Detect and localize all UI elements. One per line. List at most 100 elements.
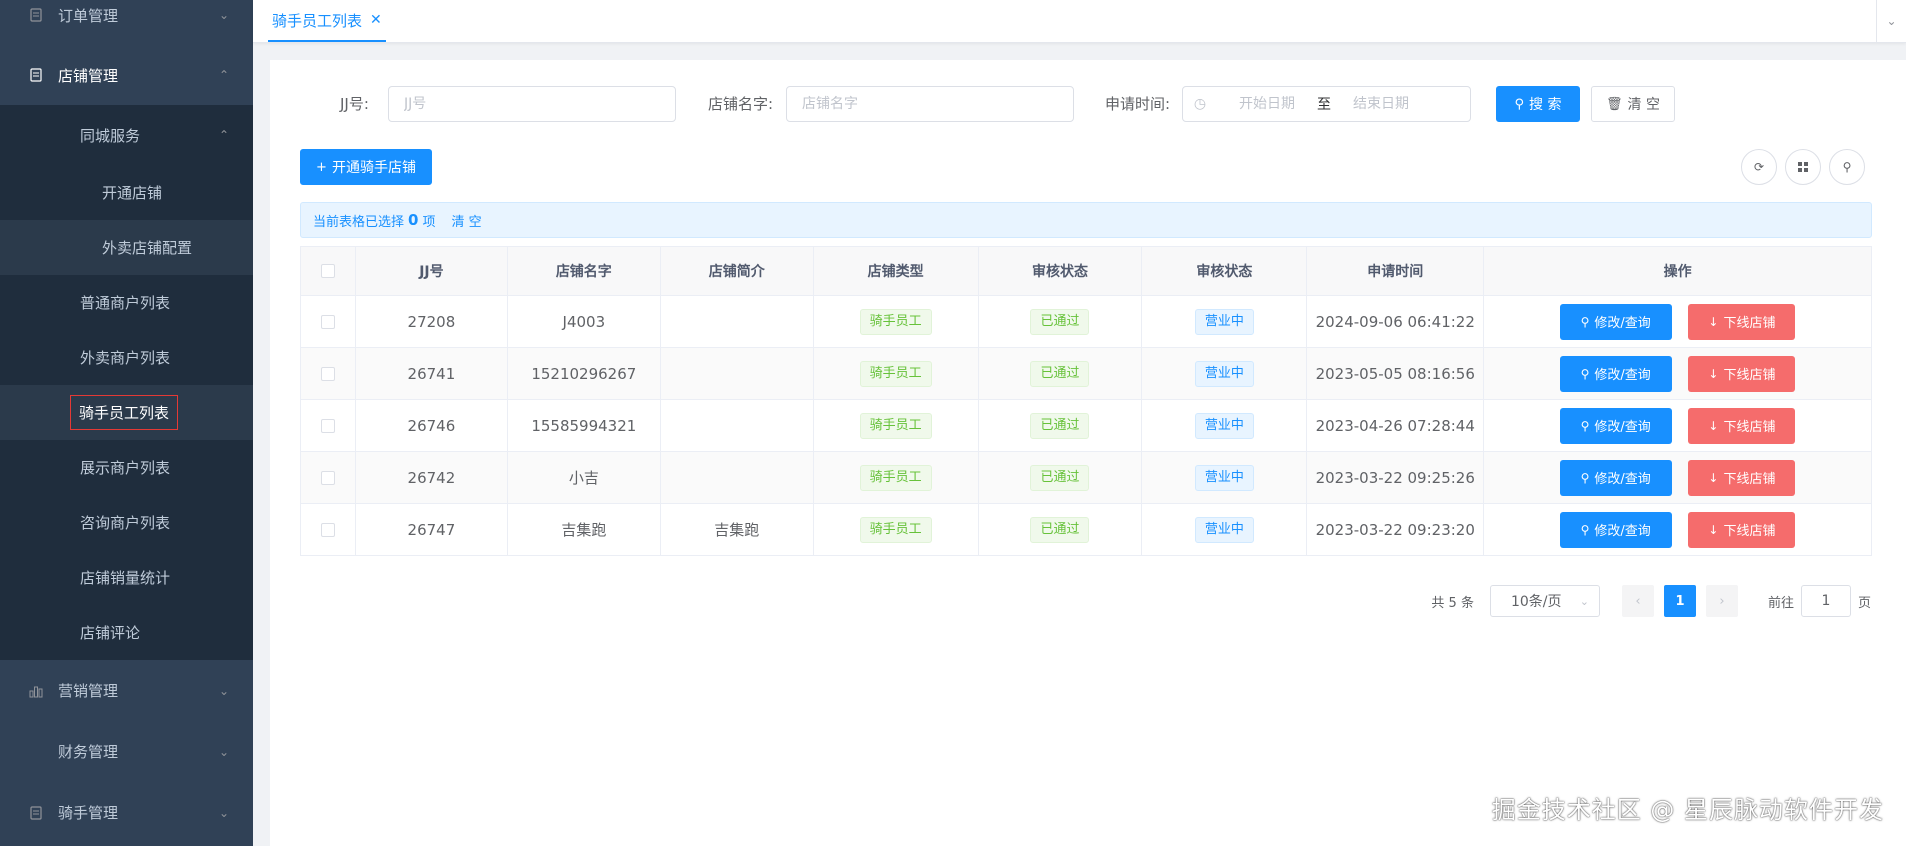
cell-store-intro <box>659 451 814 504</box>
offline-store-button[interactable]: ↓ 下线店铺 <box>1688 459 1796 496</box>
row-select-cell[interactable] <box>300 399 356 452</box>
menu-marketing-mgmt-label: 营销管理 <box>58 682 119 700</box>
row-checkbox[interactable] <box>320 367 335 381</box>
menu-consult-merchants[interactable]: 咨询商户列表 <box>0 495 253 550</box>
menu-order-mgmt[interactable]: 订单管理 ⌄ <box>0 0 253 45</box>
menu-store-mgmt[interactable]: 店铺管理 ⌃ <box>0 45 253 105</box>
menu-takeout-merchants[interactable]: 外卖商户列表 <box>0 330 253 385</box>
next-page-button[interactable]: › <box>1705 585 1738 617</box>
row-select-cell[interactable] <box>300 347 356 400</box>
refresh-icon[interactable]: ⟳ <box>1741 149 1777 185</box>
arrow-down-icon: ↓ <box>1708 470 1719 485</box>
menu-city-service[interactable]: 同城服务 ⌃ <box>0 105 253 165</box>
open-rider-store-label: 开通骑手店铺 <box>331 160 416 176</box>
trash-icon: 🗑 <box>1606 96 1623 112</box>
selection-alert: 当前表格已选择 0 项 清 空 <box>300 202 1872 238</box>
col-store-intro: 店铺简介 <box>659 246 814 296</box>
chevron-down-icon[interactable]: ⌄ <box>1876 0 1906 42</box>
cell-audit-status: 已通过 <box>977 451 1143 504</box>
cell-business-status: 营业中 <box>1141 451 1308 504</box>
offline-store-label: 下线店铺 <box>1723 316 1776 331</box>
tab-rider-staff-list[interactable]: 骑手员工列表 ✕ <box>268 0 386 42</box>
row-select-cell[interactable] <box>300 503 356 556</box>
page-size-select[interactable]: 10条/页 ⌄ <box>1489 585 1600 617</box>
jj-input[interactable] <box>388 86 676 122</box>
cell-audit-status: 已通过 <box>977 295 1143 348</box>
plus-icon: + <box>316 159 327 175</box>
store-name-label: 店铺名字: <box>708 95 774 113</box>
row-checkbox[interactable] <box>320 419 335 433</box>
tab-bar: 骑手员工列表 ✕ ⌄ <box>253 0 1906 43</box>
menu-store-sales-stats[interactable]: 店铺销量统计 <box>0 550 253 605</box>
business-status-tag: 营业中 <box>1194 308 1254 335</box>
pager-total: 共 5 条 <box>1431 595 1474 611</box>
store-name-input[interactable] <box>786 86 1074 122</box>
apply-time-label: 申请时间: <box>1105 95 1171 113</box>
clear-button[interactable]: 🗑 清 空 <box>1591 86 1675 122</box>
menu-rider-mgmt[interactable]: 骑手管理 ⌄ <box>0 782 253 843</box>
audit-status-tag: 已通过 <box>1030 308 1090 335</box>
jj-label: JJ号: <box>340 95 369 113</box>
page-number-current[interactable]: 1 <box>1663 585 1696 617</box>
select-all-checkbox[interactable] <box>320 264 335 278</box>
menu-open-store[interactable]: 开通店铺 <box>0 165 253 220</box>
offline-store-button[interactable]: ↓ 下线店铺 <box>1688 511 1796 548</box>
selection-clear-link[interactable]: 清 空 <box>451 211 481 230</box>
menu-takeout-config[interactable]: 外卖店铺配置 <box>0 220 253 275</box>
row-checkbox[interactable] <box>320 315 335 329</box>
business-status-tag: 营业中 <box>1194 360 1254 387</box>
table-row: 26747 吉集跑 吉集跑 骑手员工 已通过 营业中 2023-03-22 09… <box>300 503 1872 556</box>
date-separator: 至 <box>1317 97 1331 113</box>
table-row: 27208 J4003 骑手员工 已通过 营业中 2024-09-06 06:4… <box>300 295 1872 348</box>
cell-audit-status: 已通过 <box>977 347 1143 400</box>
cell-apply-time: 2023-05-05 08:16:56 <box>1306 347 1485 400</box>
offline-store-button[interactable]: ↓ 下线店铺 <box>1688 303 1796 340</box>
menu-finance-mgmt[interactable]: 财务管理 ⌄ <box>0 721 253 782</box>
cell-business-status: 营业中 <box>1141 399 1308 452</box>
menu-display-merchants[interactable]: 展示商户列表 <box>0 440 253 495</box>
menu-order-mgmt-label: 订单管理 <box>58 6 119 25</box>
cell-business-status: 营业中 <box>1141 503 1308 556</box>
select-all-cell[interactable] <box>300 246 356 296</box>
row-checkbox[interactable] <box>320 523 335 537</box>
edit-query-button[interactable]: ⚲ 修改/查询 <box>1559 303 1672 340</box>
edit-query-label: 修改/查询 <box>1594 316 1651 331</box>
edit-query-button[interactable]: ⚲ 修改/查询 <box>1559 407 1672 444</box>
open-rider-store-button[interactable]: + 开通骑手店铺 <box>300 149 432 185</box>
row-checkbox[interactable] <box>320 471 335 485</box>
start-date-input[interactable] <box>1217 96 1317 112</box>
grid-icon[interactable] <box>1785 149 1821 185</box>
edit-query-label: 修改/查询 <box>1594 368 1651 383</box>
cell-jj: 26747 <box>354 503 508 556</box>
document-icon <box>28 67 44 83</box>
cell-actions: ⚲ 修改/查询 ↓ 下线店铺 <box>1483 399 1872 452</box>
end-date-input[interactable] <box>1331 96 1431 112</box>
offline-store-button[interactable]: ↓ 下线店铺 <box>1688 355 1796 392</box>
edit-query-button[interactable]: ⚲ 修改/查询 <box>1559 511 1672 548</box>
search-icon: ⚲ <box>1580 418 1590 433</box>
audit-status-tag: 已通过 <box>1030 464 1090 491</box>
row-select-cell[interactable] <box>300 295 356 348</box>
menu-takeout-merchants-label: 外卖商户列表 <box>80 349 171 367</box>
prev-page-button[interactable]: ‹ <box>1621 585 1654 617</box>
menu-rider-staff-list[interactable]: 骑手员工列表 <box>0 385 253 440</box>
menu-store-reviews[interactable]: 店铺评论 <box>0 605 253 660</box>
cell-apply-time: 2024-09-06 06:41:22 <box>1306 295 1485 348</box>
edit-query-button[interactable]: ⚲ 修改/查询 <box>1559 459 1672 496</box>
page-unit-label: 页 <box>1857 595 1871 611</box>
col-audit-status-2: 审核状态 <box>1141 246 1308 296</box>
menu-marketing-mgmt[interactable]: 营销管理 ⌄ <box>0 660 253 721</box>
offline-store-button[interactable]: ↓ 下线店铺 <box>1688 407 1796 444</box>
close-icon[interactable]: ✕ <box>370 12 382 28</box>
menu-normal-merchants[interactable]: 普通商户列表 <box>0 275 253 330</box>
row-select-cell[interactable] <box>300 451 356 504</box>
page-jump-input[interactable] <box>1800 585 1851 617</box>
edit-query-button[interactable]: ⚲ 修改/查询 <box>1559 355 1672 392</box>
search-button[interactable]: ⚲ 搜 索 <box>1496 86 1580 122</box>
search-icon[interactable]: ⚲ <box>1829 149 1865 185</box>
page-size-value: 10条/页 <box>1510 594 1562 610</box>
cell-business-status: 营业中 <box>1141 347 1308 400</box>
date-range-picker[interactable]: ◷ 至 <box>1182 86 1471 122</box>
cell-audit-status: 已通过 <box>977 399 1143 452</box>
menu-rider-staff-list-label: 骑手员工列表 <box>70 395 179 430</box>
